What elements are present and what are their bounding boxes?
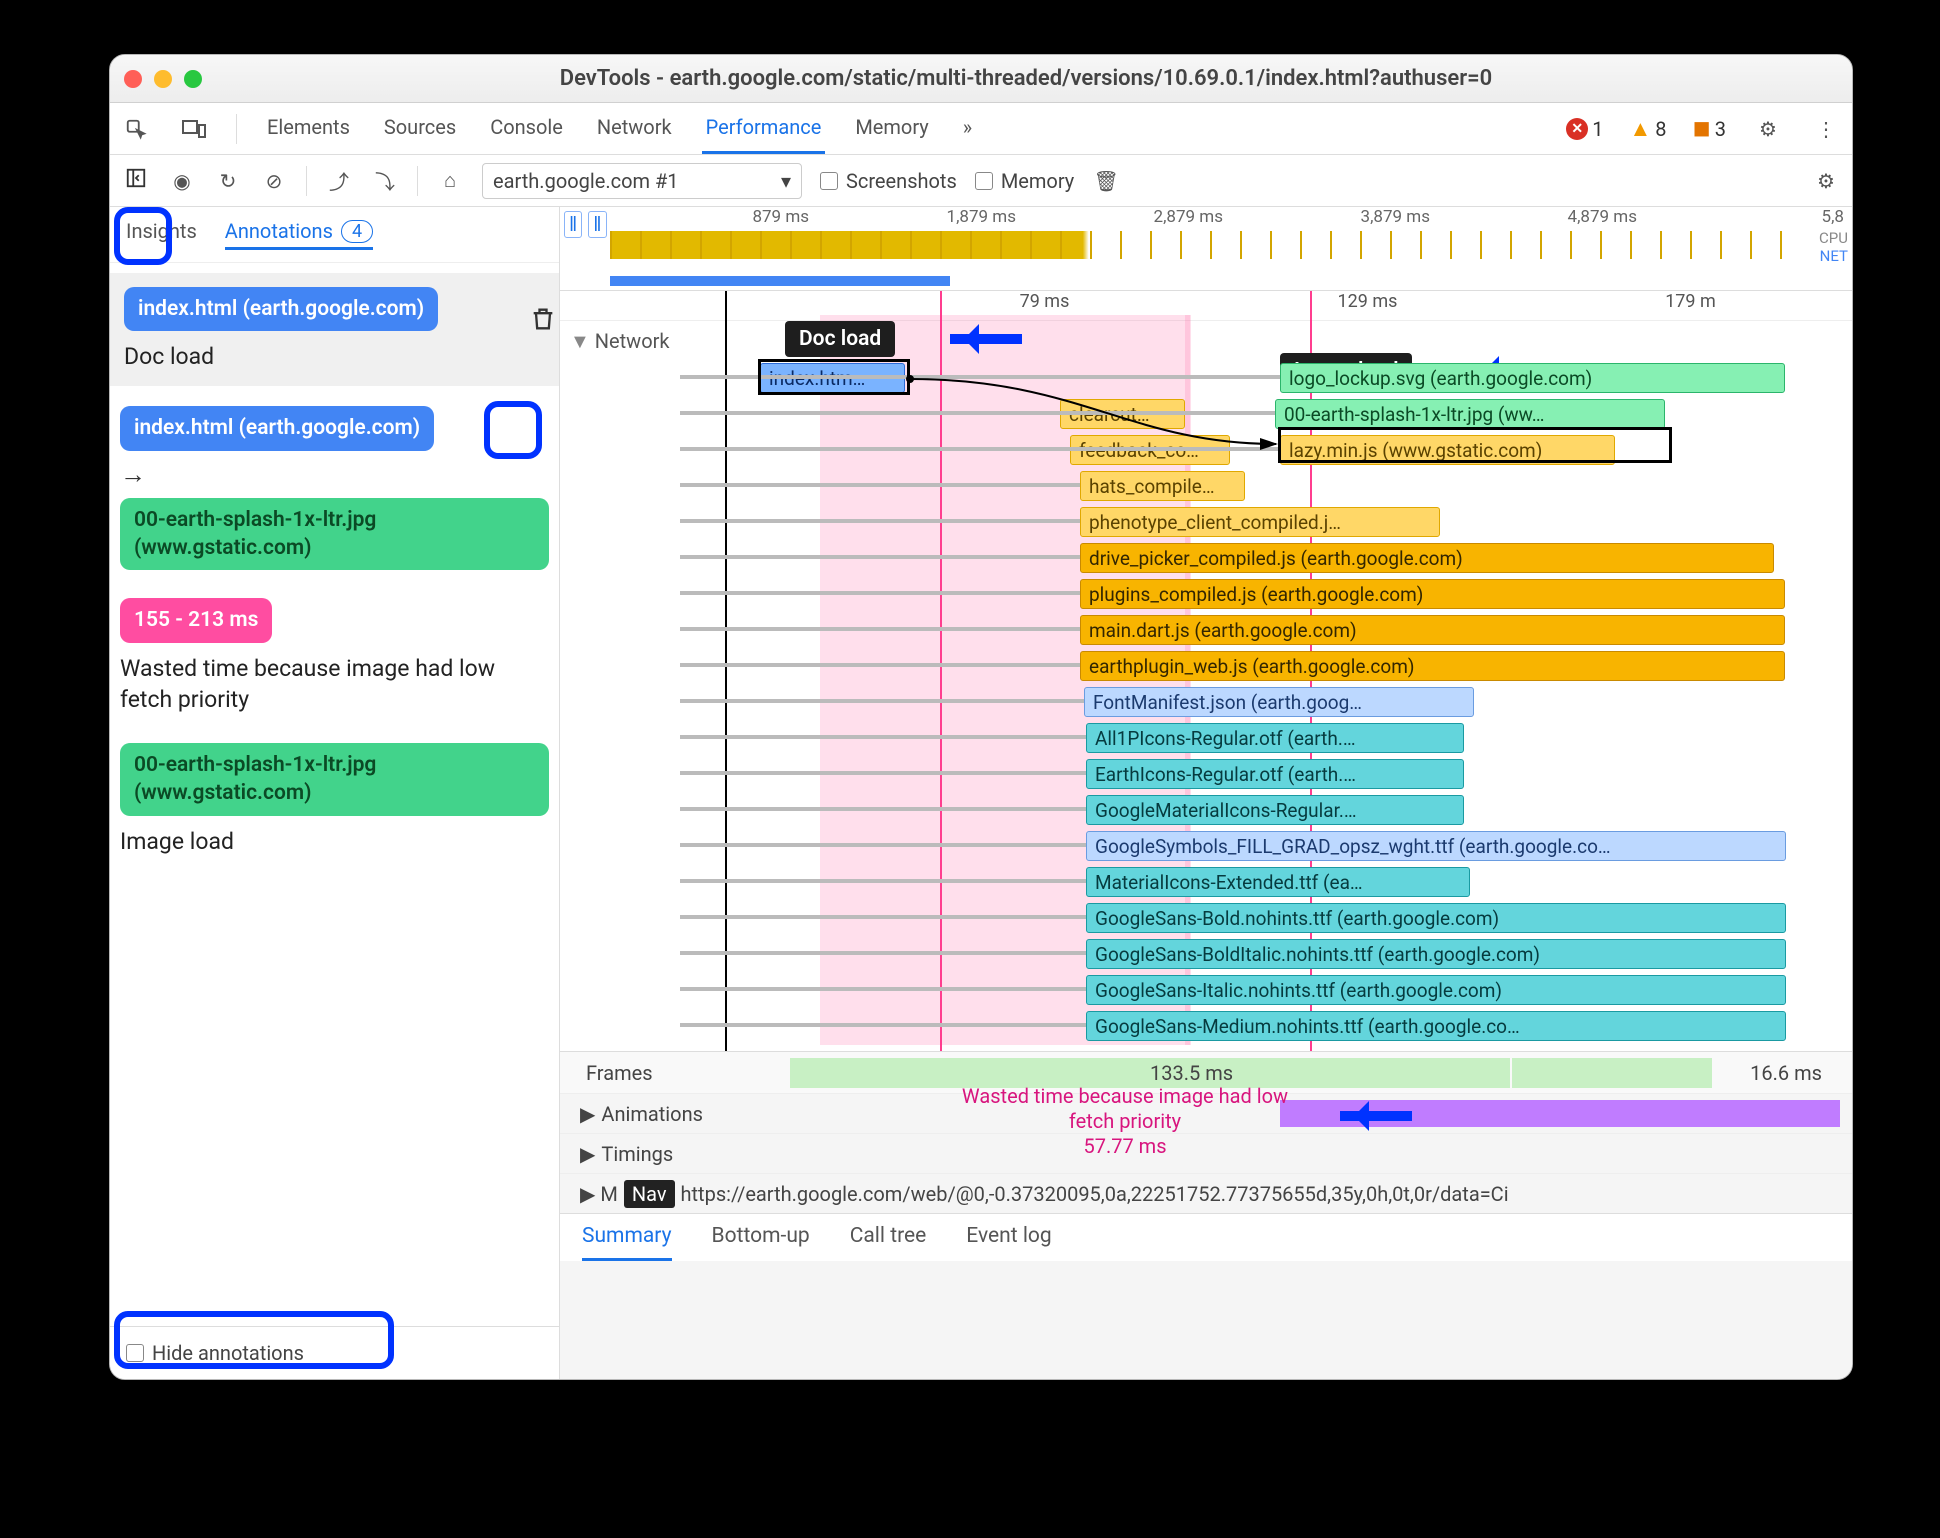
flamechart[interactable]: 79 ms129 ms179 m Network Doc load Image … — [560, 291, 1852, 1051]
network-bar[interactable]: GoogleSans-Medium.nohints.ttf (earth.goo… — [1086, 1011, 1786, 1041]
animations-row[interactable]: ▶ Animations Wasted time because image h… — [560, 1093, 1852, 1133]
delete-icon[interactable] — [529, 305, 557, 338]
nav-url: https://earth.google.com/web/@0,-0.37320… — [681, 1182, 1509, 1206]
warning-badge[interactable]: ▲8 — [1629, 116, 1666, 142]
network-bar[interactable]: earthplugin_web.js (earth.google.com) — [1080, 651, 1785, 681]
annotation-pill[interactable]: index.html (earth.google.com) — [124, 287, 438, 331]
tab-memory[interactable]: Memory — [851, 103, 932, 154]
annotation-desc: Wasted time because image had low fetch … — [120, 653, 549, 715]
record-icon[interactable]: ◉ — [168, 169, 196, 193]
device-icon[interactable] — [178, 119, 210, 139]
network-bar[interactable]: GoogleSans-Italic.nohints.ttf (earth.goo… — [1086, 975, 1786, 1005]
btab-summary[interactable]: Summary — [582, 1214, 672, 1261]
reload-icon[interactable]: ↻ — [214, 169, 242, 193]
network-bar[interactable]: GoogleSymbols_FILL_GRAD_opsz_wght.ttf (e… — [1086, 831, 1786, 861]
annotation-pill[interactable]: 00-earth-splash-1x-ltr.jpg (www.gstatic.… — [120, 498, 549, 571]
window-titlebar: DevTools - earth.google.com/static/multi… — [110, 55, 1852, 103]
selection-box — [1278, 427, 1672, 463]
gear-icon[interactable]: ⚙ — [1812, 169, 1840, 193]
memory-checkbox[interactable]: Memory — [975, 169, 1074, 193]
network-section-label[interactable]: Network — [570, 329, 670, 354]
bottom-tabs: Summary Bottom-up Call tree Event log — [560, 1213, 1852, 1261]
trash-icon[interactable]: 🗑 — [1092, 169, 1120, 193]
download-icon[interactable]: ⤵ — [371, 166, 399, 195]
tick: 179 m — [1529, 291, 1852, 320]
overview[interactable]: ‖ ‖ 879 ms 1,879 ms 2,879 ms 3,879 ms 4,… — [560, 207, 1852, 291]
network-bar[interactable]: MaterialIcons-Extended.ttf (ea… — [1086, 867, 1470, 897]
tick: 5,8 — [1645, 207, 1852, 229]
maximize-window-icon[interactable] — [184, 70, 202, 88]
tick: 879 ms — [610, 207, 817, 229]
trace-select[interactable]: earth.google.com #1▾ — [482, 163, 802, 199]
issue-badge[interactable]: ◼3 — [1692, 116, 1726, 141]
network-bar[interactable]: FontManifest.json (earth.goog… — [1084, 687, 1474, 717]
doc-load-tooltip: Doc load — [785, 321, 895, 357]
tick: 3,879 ms — [1231, 207, 1438, 229]
timeline-main: ‖ ‖ 879 ms 1,879 ms 2,879 ms 3,879 ms 4,… — [560, 207, 1852, 1379]
error-badge[interactable]: ✕1 — [1566, 117, 1603, 141]
btab-calltree[interactable]: Call tree — [850, 1214, 927, 1261]
tick: 1,879 ms — [817, 207, 1024, 229]
sidebar-tab-annotations[interactable]: Annotations4 — [225, 219, 373, 250]
kebab-icon[interactable]: ⋮ — [1810, 117, 1842, 141]
sidebar-tab-insights[interactable]: Insights — [126, 219, 197, 250]
zoom-handle[interactable]: ‖ — [588, 211, 606, 238]
tab-elements[interactable]: Elements — [263, 103, 354, 154]
selection-box — [758, 359, 910, 395]
network-bar[interactable]: phenotype_client_compiled.j… — [1080, 507, 1440, 537]
network-bar[interactable]: logo_lockup.svg (earth.google.com) — [1280, 363, 1785, 393]
devtools-tabs: Elements Sources Console Network Perform… — [110, 103, 1852, 155]
tab-network[interactable]: Network — [593, 103, 676, 154]
network-bar[interactable]: 00-earth-splash-1x-ltr.jpg (ww… — [1275, 399, 1665, 429]
annotation-desc: Image load — [120, 826, 549, 857]
nav-chip: Nav — [624, 1180, 675, 1208]
network-bar[interactable]: GoogleMaterialIcons-Regular.… — [1086, 795, 1464, 825]
frame-time: 133.5 ms — [1150, 1061, 1233, 1085]
network-bar[interactable]: hats_compile… — [1080, 471, 1245, 501]
annotation-pill[interactable]: 00-earth-splash-1x-ltr.jpg (www.gstatic.… — [120, 743, 549, 816]
chevron-down-icon: ▾ — [781, 169, 791, 193]
timings-row[interactable]: ▶ Timings — [560, 1133, 1852, 1173]
tick: 4,879 ms — [1438, 207, 1645, 229]
tick: 129 ms — [1206, 291, 1529, 320]
screenshots-checkbox[interactable]: Screenshots — [820, 169, 957, 193]
gear-icon[interactable]: ⚙ — [1752, 117, 1784, 141]
hide-annotations-checkbox[interactable]: Hide annotations — [126, 1341, 304, 1365]
tab-sources[interactable]: Sources — [380, 103, 460, 154]
network-bar[interactable]: EarthIcons-Regular.otf (earth.… — [1086, 759, 1464, 789]
network-bar[interactable]: All1PIcons-Regular.otf (earth.… — [1086, 723, 1464, 753]
tick: 2,879 ms — [1024, 207, 1231, 229]
window-title: DevTools - earth.google.com/static/multi… — [214, 66, 1838, 91]
nav-row[interactable]: ▶ M Nav https://earth.google.com/web/@0,… — [560, 1173, 1852, 1213]
annotation-pill[interactable]: index.html (earth.google.com) — [120, 406, 434, 450]
sidebar: Insights Annotations4 index.html (earth.… — [110, 207, 560, 1379]
network-bar[interactable]: GoogleSans-Bold.nohints.ttf (earth.googl… — [1086, 903, 1786, 933]
annotation-pill[interactable]: 155 - 213 ms — [120, 598, 272, 642]
network-bar[interactable]: plugins_compiled.js (earth.google.com) — [1080, 579, 1785, 609]
inspect-icon[interactable] — [120, 118, 152, 140]
network-bar[interactable]: drive_picker_compiled.js (earth.google.c… — [1080, 543, 1774, 573]
wasted-label: Wasted time because image had low fetch … — [950, 1084, 1300, 1134]
btab-bottomup[interactable]: Bottom-up — [712, 1214, 810, 1261]
home-icon[interactable]: ⌂ — [436, 168, 464, 193]
network-bar[interactable]: GoogleSans-BoldItalic.nohints.ttf (earth… — [1086, 939, 1786, 969]
clear-icon[interactable]: ⊘ — [260, 169, 288, 193]
panel-toggle-icon[interactable] — [122, 167, 150, 194]
perf-toolbar: ◉ ↻ ⊘ ⤴ ⤵ ⌂ earth.google.com #1▾ Screens… — [110, 155, 1852, 207]
arrow-icon: → — [120, 459, 549, 490]
frame-time: 16.6 ms — [1750, 1061, 1822, 1085]
close-window-icon[interactable] — [124, 70, 142, 88]
tab-performance[interactable]: Performance — [702, 103, 826, 154]
minimize-window-icon[interactable] — [154, 70, 172, 88]
annotation-desc: Doc load — [124, 341, 545, 372]
btab-eventlog[interactable]: Event log — [966, 1214, 1051, 1261]
network-bar[interactable]: main.dart.js (earth.google.com) — [1080, 615, 1785, 645]
upload-icon[interactable]: ⤴ — [325, 166, 353, 195]
tab-console[interactable]: Console — [486, 103, 567, 154]
zoom-handle[interactable]: ‖ — [564, 211, 582, 238]
tab-more[interactable]: » — [959, 103, 976, 154]
